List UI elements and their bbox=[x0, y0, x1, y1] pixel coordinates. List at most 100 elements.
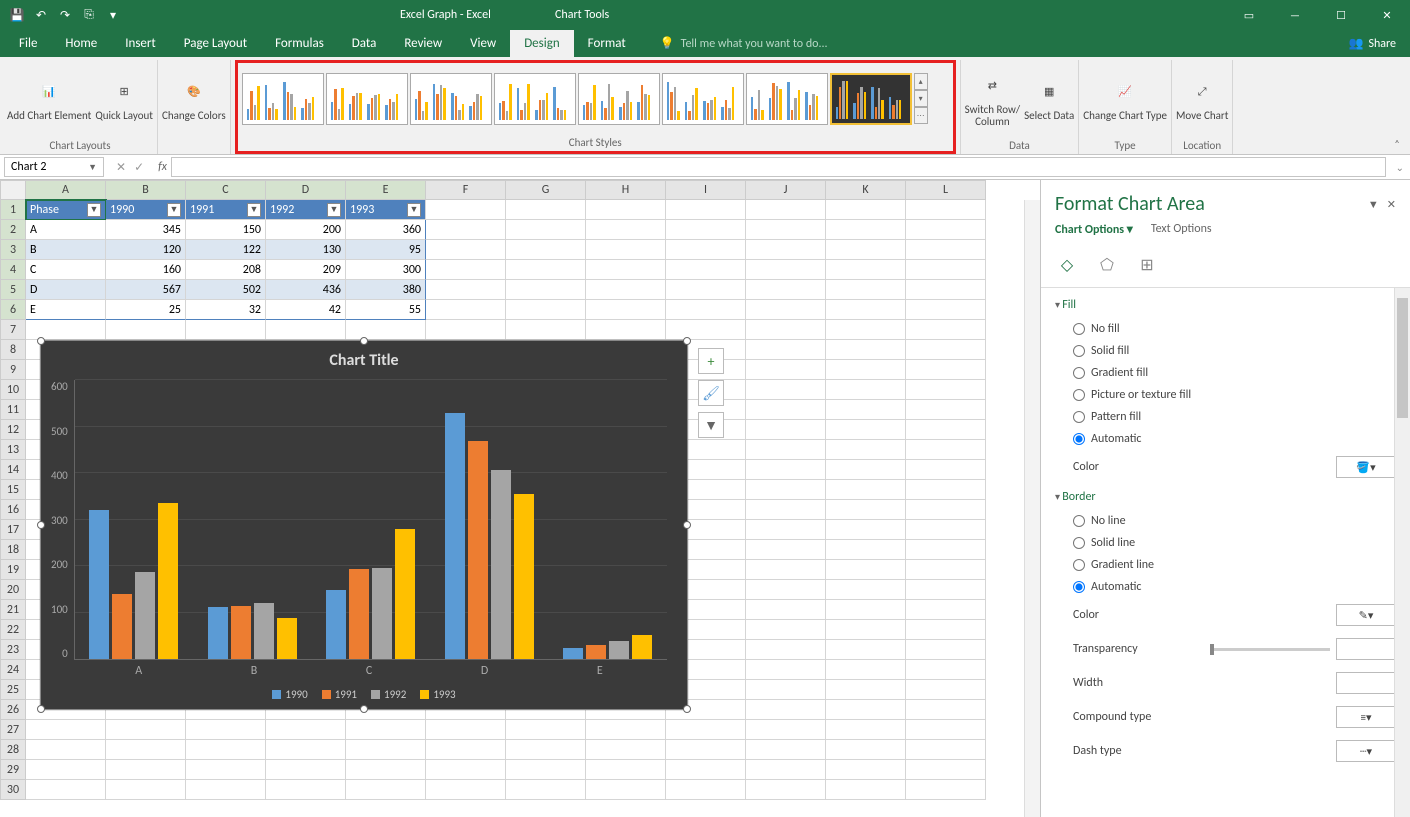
cell-H7[interactable] bbox=[586, 320, 666, 340]
col-header-k[interactable]: K bbox=[826, 180, 906, 200]
tab-file[interactable]: File bbox=[5, 30, 51, 57]
chart-title[interactable]: Chart Title bbox=[41, 341, 687, 380]
cell-K9[interactable] bbox=[826, 360, 906, 380]
tell-me-search[interactable]: 💡 Tell me what you want to do... bbox=[660, 30, 828, 57]
cell-K3[interactable] bbox=[826, 240, 906, 260]
bar-D-1990[interactable] bbox=[445, 413, 465, 659]
cell-K13[interactable] bbox=[826, 440, 906, 460]
close-pane-icon[interactable]: ✕ bbox=[1387, 198, 1396, 211]
cell-A30[interactable] bbox=[26, 780, 106, 800]
chart-style-thumb-2[interactable] bbox=[326, 73, 408, 125]
save-icon[interactable]: 💾 bbox=[8, 6, 26, 24]
cell-K30[interactable] bbox=[826, 780, 906, 800]
chart-style-thumb-4[interactable] bbox=[494, 73, 576, 125]
cell-L17[interactable] bbox=[906, 520, 986, 540]
cancel-formula-icon[interactable]: ✕ bbox=[116, 160, 126, 175]
cell-B3[interactable]: 120 bbox=[106, 240, 186, 260]
cell-F5[interactable] bbox=[426, 280, 506, 300]
cell-D28[interactable] bbox=[266, 740, 346, 760]
cell-J27[interactable] bbox=[746, 720, 826, 740]
cell-G27[interactable] bbox=[506, 720, 586, 740]
bar-E-1991[interactable] bbox=[586, 645, 606, 659]
cell-H2[interactable] bbox=[586, 220, 666, 240]
bar-C-1990[interactable] bbox=[326, 590, 346, 659]
cell-K1[interactable] bbox=[826, 200, 906, 220]
bar-A-1992[interactable] bbox=[135, 572, 155, 659]
cell-B27[interactable] bbox=[106, 720, 186, 740]
cell-H27[interactable] bbox=[586, 720, 666, 740]
bar-group-C[interactable] bbox=[326, 529, 415, 659]
select-data-button[interactable]: ▦ Select Data bbox=[1024, 76, 1074, 122]
row-header-30[interactable]: 30 bbox=[0, 780, 26, 800]
cell-B1[interactable]: 1990▼ bbox=[106, 200, 186, 220]
row-header-10[interactable]: 10 bbox=[0, 380, 26, 400]
cell-G29[interactable] bbox=[506, 760, 586, 780]
cell-B6[interactable]: 25 bbox=[106, 300, 186, 320]
row-header-20[interactable]: 20 bbox=[0, 580, 26, 600]
tab-view[interactable]: View bbox=[456, 30, 510, 57]
cell-C27[interactable] bbox=[186, 720, 266, 740]
cell-L29[interactable] bbox=[906, 760, 986, 780]
cell-D3[interactable]: 130 bbox=[266, 240, 346, 260]
cell-K17[interactable] bbox=[826, 520, 906, 540]
cell-K19[interactable] bbox=[826, 560, 906, 580]
filter-dropdown-Phase[interactable]: ▼ bbox=[87, 203, 101, 217]
cell-E3[interactable]: 95 bbox=[346, 240, 426, 260]
cell-J21[interactable] bbox=[746, 600, 826, 620]
row-header-4[interactable]: 4 bbox=[0, 260, 26, 280]
fill-color-picker[interactable]: 🪣▾ bbox=[1336, 456, 1396, 478]
cell-G3[interactable] bbox=[506, 240, 586, 260]
width-input[interactable] bbox=[1336, 672, 1396, 694]
cell-J25[interactable] bbox=[746, 680, 826, 700]
cell-H30[interactable] bbox=[586, 780, 666, 800]
cell-L23[interactable] bbox=[906, 640, 986, 660]
add-chart-element-button[interactable]: 📊 Add Chart Element bbox=[7, 76, 91, 122]
bar-B-1992[interactable] bbox=[254, 603, 274, 659]
cell-J7[interactable] bbox=[746, 320, 826, 340]
border-color-picker[interactable]: ✎▾ bbox=[1336, 604, 1396, 626]
row-header-26[interactable]: 26 bbox=[0, 700, 26, 720]
row-header-14[interactable]: 14 bbox=[0, 460, 26, 480]
cell-C28[interactable] bbox=[186, 740, 266, 760]
bar-group-A[interactable] bbox=[89, 503, 178, 659]
bar-E-1990[interactable] bbox=[563, 648, 583, 659]
formula-expand-icon[interactable]: ⌄ bbox=[1390, 161, 1410, 174]
cell-J29[interactable] bbox=[746, 760, 826, 780]
cell-J14[interactable] bbox=[746, 460, 826, 480]
cell-L6[interactable] bbox=[906, 300, 986, 320]
row-header-22[interactable]: 22 bbox=[0, 620, 26, 640]
cell-L5[interactable] bbox=[906, 280, 986, 300]
task-pane-options-icon[interactable]: ▼ bbox=[1368, 198, 1379, 211]
cell-L9[interactable] bbox=[906, 360, 986, 380]
cell-L8[interactable] bbox=[906, 340, 986, 360]
bar-C-1993[interactable] bbox=[395, 529, 415, 659]
cell-K16[interactable] bbox=[826, 500, 906, 520]
row-header-25[interactable]: 25 bbox=[0, 680, 26, 700]
size-properties-icon[interactable]: ⊞ bbox=[1135, 253, 1159, 277]
cell-A5[interactable]: D bbox=[26, 280, 106, 300]
cell-H5[interactable] bbox=[586, 280, 666, 300]
cell-C3[interactable]: 122 bbox=[186, 240, 266, 260]
cell-J22[interactable] bbox=[746, 620, 826, 640]
cell-E27[interactable] bbox=[346, 720, 426, 740]
chart-options-tab[interactable]: Chart Options ▾ bbox=[1055, 222, 1133, 237]
cell-K29[interactable] bbox=[826, 760, 906, 780]
accept-formula-icon[interactable]: ✓ bbox=[134, 160, 144, 175]
cell-G5[interactable] bbox=[506, 280, 586, 300]
cell-J13[interactable] bbox=[746, 440, 826, 460]
cell-C7[interactable] bbox=[186, 320, 266, 340]
cell-A3[interactable]: B bbox=[26, 240, 106, 260]
cell-E4[interactable]: 300 bbox=[346, 260, 426, 280]
cell-G4[interactable] bbox=[506, 260, 586, 280]
cell-H1[interactable] bbox=[586, 200, 666, 220]
cell-I4[interactable] bbox=[666, 260, 746, 280]
undo-icon[interactable]: ↶ bbox=[32, 6, 50, 24]
cell-A28[interactable] bbox=[26, 740, 106, 760]
bar-A-1993[interactable] bbox=[158, 503, 178, 659]
cell-D2[interactable]: 200 bbox=[266, 220, 346, 240]
text-options-tab[interactable]: Text Options bbox=[1151, 222, 1212, 237]
row-header-16[interactable]: 16 bbox=[0, 500, 26, 520]
col-header-f[interactable]: F bbox=[426, 180, 506, 200]
fill-section-header[interactable]: Fill bbox=[1041, 292, 1410, 318]
maximize-icon[interactable]: ☐ bbox=[1318, 0, 1364, 30]
